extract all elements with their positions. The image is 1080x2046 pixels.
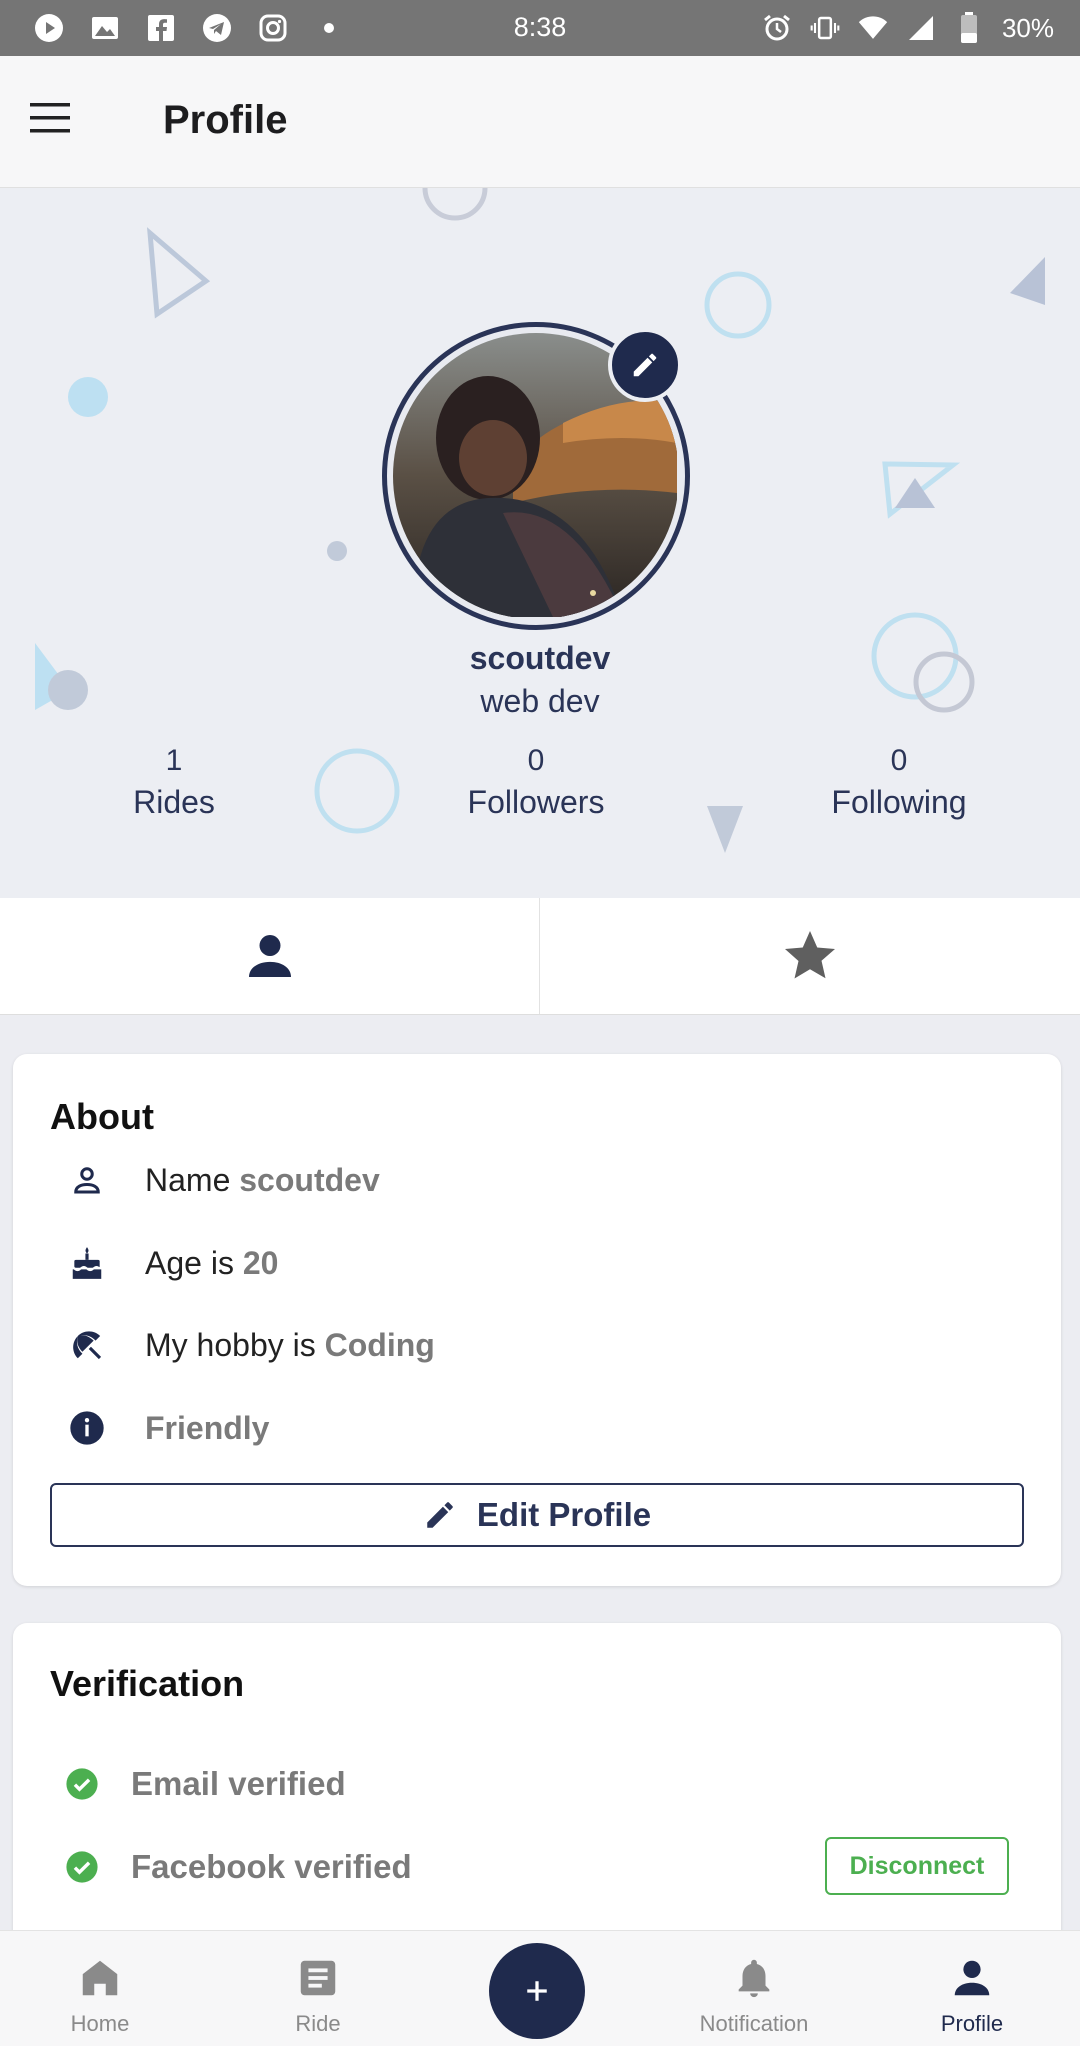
plus-icon bbox=[527, 1981, 547, 2001]
nav-profile-label: Profile bbox=[940, 2011, 1004, 2036]
wifi-icon bbox=[858, 13, 888, 43]
home-icon bbox=[75, 1953, 125, 2003]
pencil-icon bbox=[427, 1502, 453, 1528]
ride-icon bbox=[293, 1953, 343, 2003]
stat-following[interactable]: 0 Following bbox=[779, 744, 1019, 821]
beach-umbrella-icon bbox=[65, 1323, 109, 1367]
verification-title: Verification bbox=[50, 1663, 245, 1704]
nav-ride-label: Ride bbox=[295, 2011, 341, 2036]
nav-profile[interactable]: Profile bbox=[872, 1931, 1072, 2046]
stat-followers-label: Followers bbox=[467, 784, 605, 820]
about-age-value: 20 bbox=[242, 1244, 279, 1281]
info-icon bbox=[65, 1406, 109, 1450]
vibrate-icon bbox=[810, 13, 840, 43]
page-title: Profile bbox=[163, 98, 288, 142]
stat-following-label: Following bbox=[831, 784, 967, 820]
edit-profile-button[interactable]: Edit Profile bbox=[50, 1483, 1024, 1547]
stat-following-value: 0 bbox=[890, 744, 908, 777]
profile-username: scoutdev bbox=[469, 640, 611, 676]
stat-rides-value: 1 bbox=[165, 744, 183, 777]
battery-icon bbox=[954, 12, 984, 43]
about-title: About bbox=[50, 1096, 154, 1137]
nav-notification[interactable]: Notification bbox=[654, 1931, 854, 2046]
about-row-hobby: My hobby is Coding bbox=[65, 1317, 435, 1373]
about-row-age: Age is 20 bbox=[65, 1235, 278, 1291]
about-name-value: scoutdev bbox=[239, 1161, 380, 1198]
nav-ride[interactable]: Ride bbox=[218, 1931, 418, 2046]
hamburger-icon bbox=[30, 103, 70, 133]
about-name-label: Name bbox=[145, 1161, 231, 1198]
profile-header: scoutdev web dev 1 Rides 0 Followers 0 F… bbox=[0, 188, 1080, 898]
profile-title: web dev bbox=[480, 683, 600, 719]
about-hobby-value: Coding bbox=[324, 1326, 435, 1363]
about-age-label: Age is bbox=[145, 1244, 234, 1281]
verification-row-facebook: Facebook verified bbox=[65, 1839, 412, 1895]
about-info-value: Friendly bbox=[145, 1409, 270, 1446]
nav-home-label: Home bbox=[70, 2011, 130, 2036]
disconnect-button[interactable]: Disconnect bbox=[825, 1837, 1009, 1895]
about-card: About Name scoutdev Age is 20 My hobby i… bbox=[13, 1054, 1061, 1586]
status-system-icons: 30% bbox=[762, 0, 1054, 56]
tab-favorites[interactable] bbox=[540, 898, 1080, 1014]
add-ride-button[interactable] bbox=[489, 1943, 585, 2039]
about-row-name: Name scoutdev bbox=[65, 1152, 380, 1208]
profile-tabs bbox=[0, 898, 1080, 1015]
tab-about[interactable] bbox=[0, 898, 540, 1014]
signal-icon bbox=[906, 13, 936, 43]
pencil-icon bbox=[633, 353, 657, 377]
stat-followers-value: 0 bbox=[527, 744, 545, 777]
bell-icon bbox=[729, 1953, 779, 2003]
check-circle-icon bbox=[66, 1768, 98, 1800]
menu-button[interactable] bbox=[28, 100, 78, 144]
nav-home[interactable]: Home bbox=[0, 1931, 200, 2046]
alarm-icon bbox=[762, 13, 792, 43]
about-row-info: Friendly bbox=[65, 1400, 269, 1456]
verification-row-email: Email verified bbox=[65, 1756, 346, 1812]
battery-percent: 30% bbox=[1001, 12, 1054, 43]
star-icon bbox=[785, 931, 835, 979]
app-bar: Profile bbox=[0, 56, 1080, 188]
stat-rides-label: Rides bbox=[133, 784, 215, 820]
edit-profile-label: Edit Profile bbox=[476, 1496, 652, 1533]
nav-notification-label: Notification bbox=[699, 2011, 809, 2036]
person-outline-icon bbox=[65, 1158, 109, 1202]
cake-icon bbox=[65, 1241, 109, 1285]
person-icon bbox=[248, 935, 291, 977]
verification-facebook-label: Facebook verified bbox=[131, 1848, 412, 1885]
verification-email-label: Email verified bbox=[131, 1765, 346, 1802]
check-circle-icon bbox=[66, 1851, 98, 1883]
stat-rides[interactable]: 1 Rides bbox=[54, 744, 294, 821]
status-bar: 8:38 30% bbox=[0, 0, 1080, 56]
person-icon bbox=[947, 1953, 997, 2003]
about-hobby-label: My hobby is bbox=[145, 1326, 316, 1363]
edit-avatar-button[interactable] bbox=[608, 328, 682, 402]
stat-followers[interactable]: 0 Followers bbox=[416, 744, 656, 821]
